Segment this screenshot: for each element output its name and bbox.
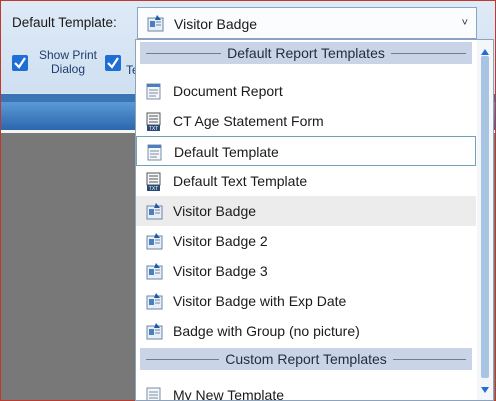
badge-icon: [145, 202, 165, 225]
list-item-my-new-template[interactable]: My New Template: [136, 380, 476, 401]
document-report-icon: [146, 143, 164, 164]
badge-icon: [145, 232, 165, 255]
list-item-visitor-badge-exp-date[interactable]: Visitor Badge with Exp Date: [136, 286, 476, 316]
list-item-default-template[interactable]: Default Template: [136, 136, 476, 166]
list-item-label: Default Template: [174, 144, 279, 160]
default-template-label: Default Template:: [12, 15, 117, 30]
badge-icon: [145, 322, 165, 345]
list-item-label: Visitor Badge 3: [173, 263, 268, 279]
group-header-custom-text: Custom Report Templates: [219, 351, 393, 367]
list-item-label: My New Template: [173, 387, 285, 401]
default-template-combo[interactable]: Visitor Badge ˅: [137, 7, 477, 39]
list-item-visitor-badge-3[interactable]: Visitor Badge 3: [136, 256, 476, 286]
group-header-default-text: Default Report Templates: [221, 45, 391, 61]
svg-text:TXT: TXT: [149, 186, 158, 192]
badge-icon: [145, 292, 165, 315]
badge-icon: [145, 262, 165, 285]
badge-icon: [146, 14, 166, 37]
list-item-label: Document Report: [173, 83, 283, 99]
list-item-visitor-badge-2[interactable]: Visitor Badge 2: [136, 226, 476, 256]
list-item-label: Default Text Template: [173, 173, 308, 189]
dropdown-scrollbar[interactable]: [477, 40, 493, 400]
template-dropdown-list[interactable]: Default Report Templates Document Report…: [135, 39, 494, 401]
show-print-dialog-label: Show Print Dialog: [33, 48, 103, 76]
txt-file-icon: TXT: [145, 172, 163, 195]
list-item-document-report[interactable]: Document Report: [136, 76, 476, 106]
list-item-badge-with-group[interactable]: Badge with Group (no picture): [136, 316, 476, 346]
chevron-down-icon[interactable]: ˅: [462, 17, 468, 29]
group-header-custom: Custom Report Templates: [140, 348, 472, 370]
combo-value: Visitor Badge: [174, 16, 258, 32]
txt-file-icon: TXT: [145, 112, 163, 135]
scroll-down-arrow-icon[interactable]: [480, 382, 490, 397]
document-report-icon: [145, 82, 163, 103]
show-print-dialog-line1: Show Print: [38, 48, 98, 62]
list-item-label: Visitor Badge: [173, 203, 257, 219]
second-checkbox[interactable]: [105, 55, 121, 71]
show-print-dialog-checkbox[interactable]: [12, 55, 28, 71]
list-item-ct-age-statement-form[interactable]: TXT CT Age Statement Form: [136, 106, 476, 136]
scroll-thumb[interactable]: [481, 56, 489, 378]
document-report-icon: [145, 386, 163, 400]
show-print-dialog-line2: Dialog: [50, 62, 86, 76]
list-item-visitor-badge[interactable]: Visitor Badge: [136, 196, 476, 226]
list-item-label: CT Age Statement Form: [173, 113, 324, 129]
svg-text:TXT: TXT: [149, 126, 158, 132]
group-header-default: Default Report Templates: [140, 42, 472, 64]
list-item-default-text-template[interactable]: TXT Default Text Template: [136, 166, 476, 196]
list-item-label: Visitor Badge with Exp Date: [173, 293, 347, 309]
list-item-label: Visitor Badge 2: [173, 233, 268, 249]
list-item-label: Badge with Group (no picture): [173, 323, 360, 339]
